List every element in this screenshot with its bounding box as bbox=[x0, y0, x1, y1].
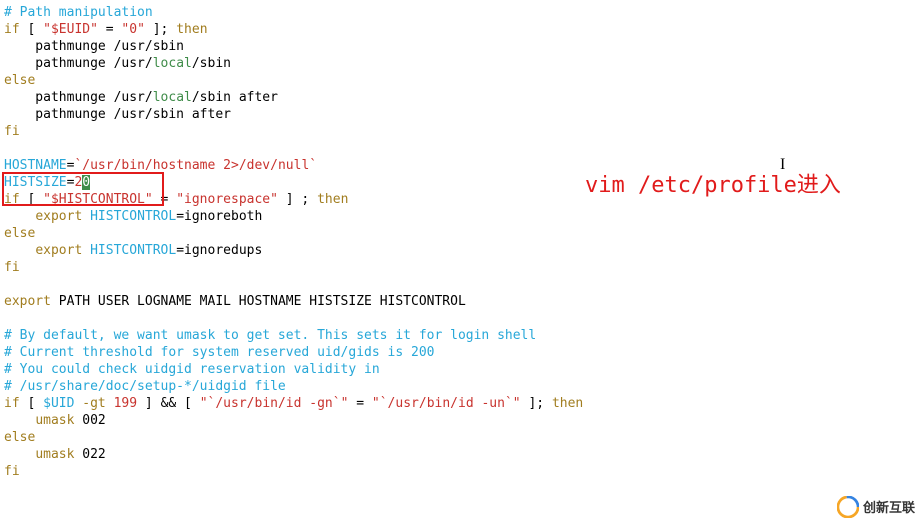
code-line: else bbox=[4, 225, 919, 242]
code-line: export HISTCONTROL=ignoredups bbox=[4, 242, 919, 259]
code-line: umask 002 bbox=[4, 412, 919, 429]
code-line: # Path manipulation bbox=[4, 4, 919, 21]
code-line bbox=[4, 310, 919, 327]
annotation-text: vim /etc/profile进入 bbox=[585, 176, 841, 194]
watermark-label: 创新互联 bbox=[863, 499, 915, 516]
code-line: pathmunge /usr/local/sbin bbox=[4, 55, 919, 72]
watermark: 创新互联 bbox=[837, 496, 915, 518]
code-line: fi bbox=[4, 463, 919, 480]
code-line bbox=[4, 140, 919, 157]
code-line: umask 022 bbox=[4, 446, 919, 463]
code-line: else bbox=[4, 429, 919, 446]
code-line: else bbox=[4, 72, 919, 89]
code-line: if [ $UID -gt 199 ] && [ "`/usr/bin/id -… bbox=[4, 395, 919, 412]
code-line: # /usr/share/doc/setup-*/uidgid file bbox=[4, 378, 919, 395]
code-line: fi bbox=[4, 123, 919, 140]
code-line: export PATH USER LOGNAME MAIL HOSTNAME H… bbox=[4, 293, 919, 310]
watermark-logo-icon bbox=[837, 496, 859, 518]
highlight-rectangle bbox=[2, 172, 164, 206]
code-line: export HISTCONTROL=ignoreboth bbox=[4, 208, 919, 225]
code-line: pathmunge /usr/sbin after bbox=[4, 106, 919, 123]
code-line: # Current threshold for system reserved … bbox=[4, 344, 919, 361]
code-line: # You could check uidgid reservation val… bbox=[4, 361, 919, 378]
code-line: if [ "$EUID" = "0" ]; then bbox=[4, 21, 919, 38]
ibeam-cursor-icon: I bbox=[780, 156, 785, 173]
code-line: pathmunge /usr/sbin bbox=[4, 38, 919, 55]
code-editor[interactable]: # Path manipulationif [ "$EUID" = "0" ];… bbox=[0, 0, 923, 484]
code-line: # By default, we want umask to get set. … bbox=[4, 327, 919, 344]
code-line: pathmunge /usr/local/sbin after bbox=[4, 89, 919, 106]
code-line: fi bbox=[4, 259, 919, 276]
code-line bbox=[4, 276, 919, 293]
